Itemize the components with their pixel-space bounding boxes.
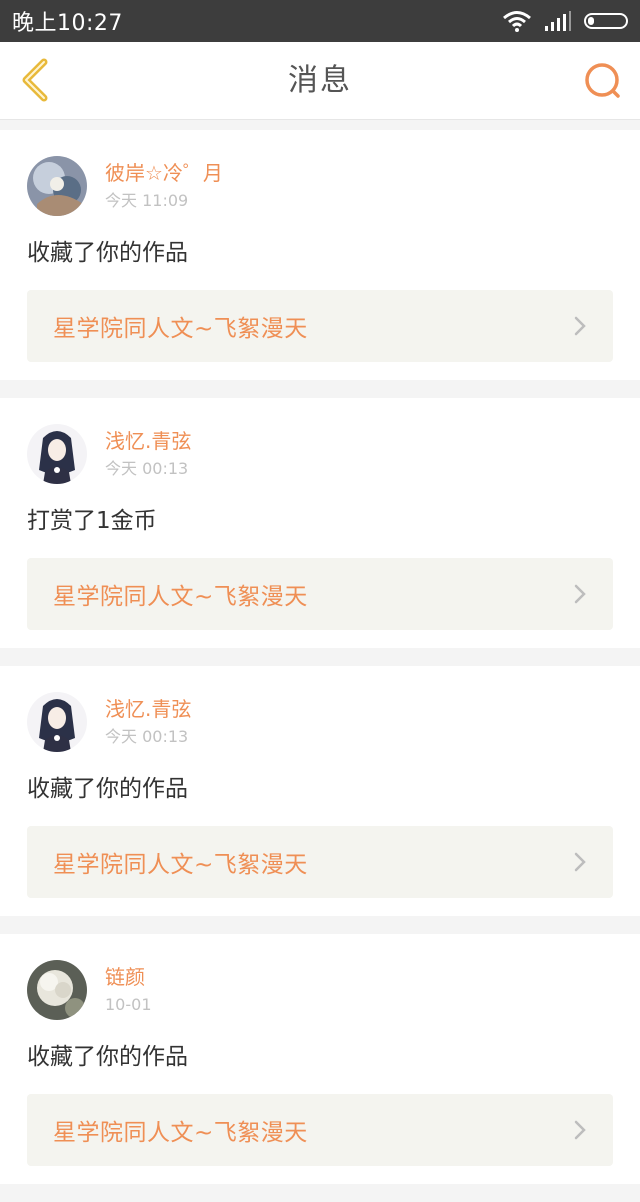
message-action: 收藏了你的作品 xyxy=(27,240,188,266)
message-card: 链颜 10-01 收藏了你的作品 星学院同人文~飞絮漫天 xyxy=(0,934,640,1184)
avatar[interactable] xyxy=(27,424,87,484)
battery-icon xyxy=(584,13,628,29)
message-time: 10-01 xyxy=(105,995,152,1014)
chevron-right-icon xyxy=(574,316,586,336)
message-action: 收藏了你的作品 xyxy=(27,1044,188,1070)
chevron-right-icon xyxy=(574,852,586,872)
search-icon[interactable] xyxy=(582,60,626,104)
message-card: 彼岸☆冷゜月 今天 11:09 收藏了你的作品 星学院同人文~飞絮漫天 xyxy=(0,130,640,380)
user-meta: 链颜 10-01 xyxy=(105,964,152,1016)
user-meta: 浅忆.青弦 今天 00:13 xyxy=(105,696,191,748)
status-icons xyxy=(502,10,628,32)
work-title: 星学院同人文~飞絮漫天 xyxy=(53,852,308,878)
message-time: 今天 00:13 xyxy=(105,727,189,746)
username[interactable]: 彼岸☆冷゜月 xyxy=(105,160,223,186)
username[interactable]: 链颜 xyxy=(105,964,152,990)
page-title: 消息 xyxy=(288,63,352,98)
message-user-row: 链颜 10-01 xyxy=(27,960,613,1020)
username[interactable]: 浅忆.青弦 xyxy=(105,696,191,722)
work-link[interactable]: 星学院同人文~飞絮漫天 xyxy=(27,826,613,898)
message-card: 浅忆.青弦 今天 00:13 打赏了1金币 星学院同人文~飞絮漫天 xyxy=(0,398,640,648)
work-link[interactable]: 星学院同人文~飞絮漫天 xyxy=(27,1094,613,1166)
message-list: 彼岸☆冷゜月 今天 11:09 收藏了你的作品 星学院同人文~飞絮漫天 浅忆.青… xyxy=(0,130,640,1202)
status-bar: 晚上10:27 xyxy=(0,0,640,42)
signal-icon xyxy=(545,11,571,31)
chevron-right-icon xyxy=(574,584,586,604)
message-time: 今天 11:09 xyxy=(105,191,189,210)
work-title: 星学院同人文~飞絮漫天 xyxy=(53,316,308,342)
avatar[interactable] xyxy=(27,692,87,752)
message-user-row: 浅忆.青弦 今天 00:13 xyxy=(27,692,613,752)
user-meta: 浅忆.青弦 今天 00:13 xyxy=(105,428,191,480)
avatar[interactable] xyxy=(27,156,87,216)
work-link[interactable]: 星学院同人文~飞絮漫天 xyxy=(27,290,613,362)
message-action: 收藏了你的作品 xyxy=(27,776,188,802)
avatar[interactable] xyxy=(27,960,87,1020)
work-link[interactable]: 星学院同人文~飞絮漫天 xyxy=(27,558,613,630)
username[interactable]: 浅忆.青弦 xyxy=(105,428,191,454)
message-card: 浅忆.青弦 今天 00:13 收藏了你的作品 星学院同人文~飞絮漫天 xyxy=(0,666,640,916)
wifi-icon xyxy=(503,11,531,32)
user-meta: 彼岸☆冷゜月 今天 11:09 xyxy=(105,160,223,212)
status-time: 晚上10:27 xyxy=(12,11,123,36)
message-user-row: 彼岸☆冷゜月 今天 11:09 xyxy=(27,156,613,216)
work-title: 星学院同人文~飞絮漫天 xyxy=(53,1120,308,1146)
work-title: 星学院同人文~飞絮漫天 xyxy=(53,584,308,610)
message-user-row: 浅忆.青弦 今天 00:13 xyxy=(27,424,613,484)
message-action: 打赏了1金币 xyxy=(27,508,157,534)
message-time: 今天 00:13 xyxy=(105,459,189,478)
nav-bar: 消息 xyxy=(0,42,640,120)
